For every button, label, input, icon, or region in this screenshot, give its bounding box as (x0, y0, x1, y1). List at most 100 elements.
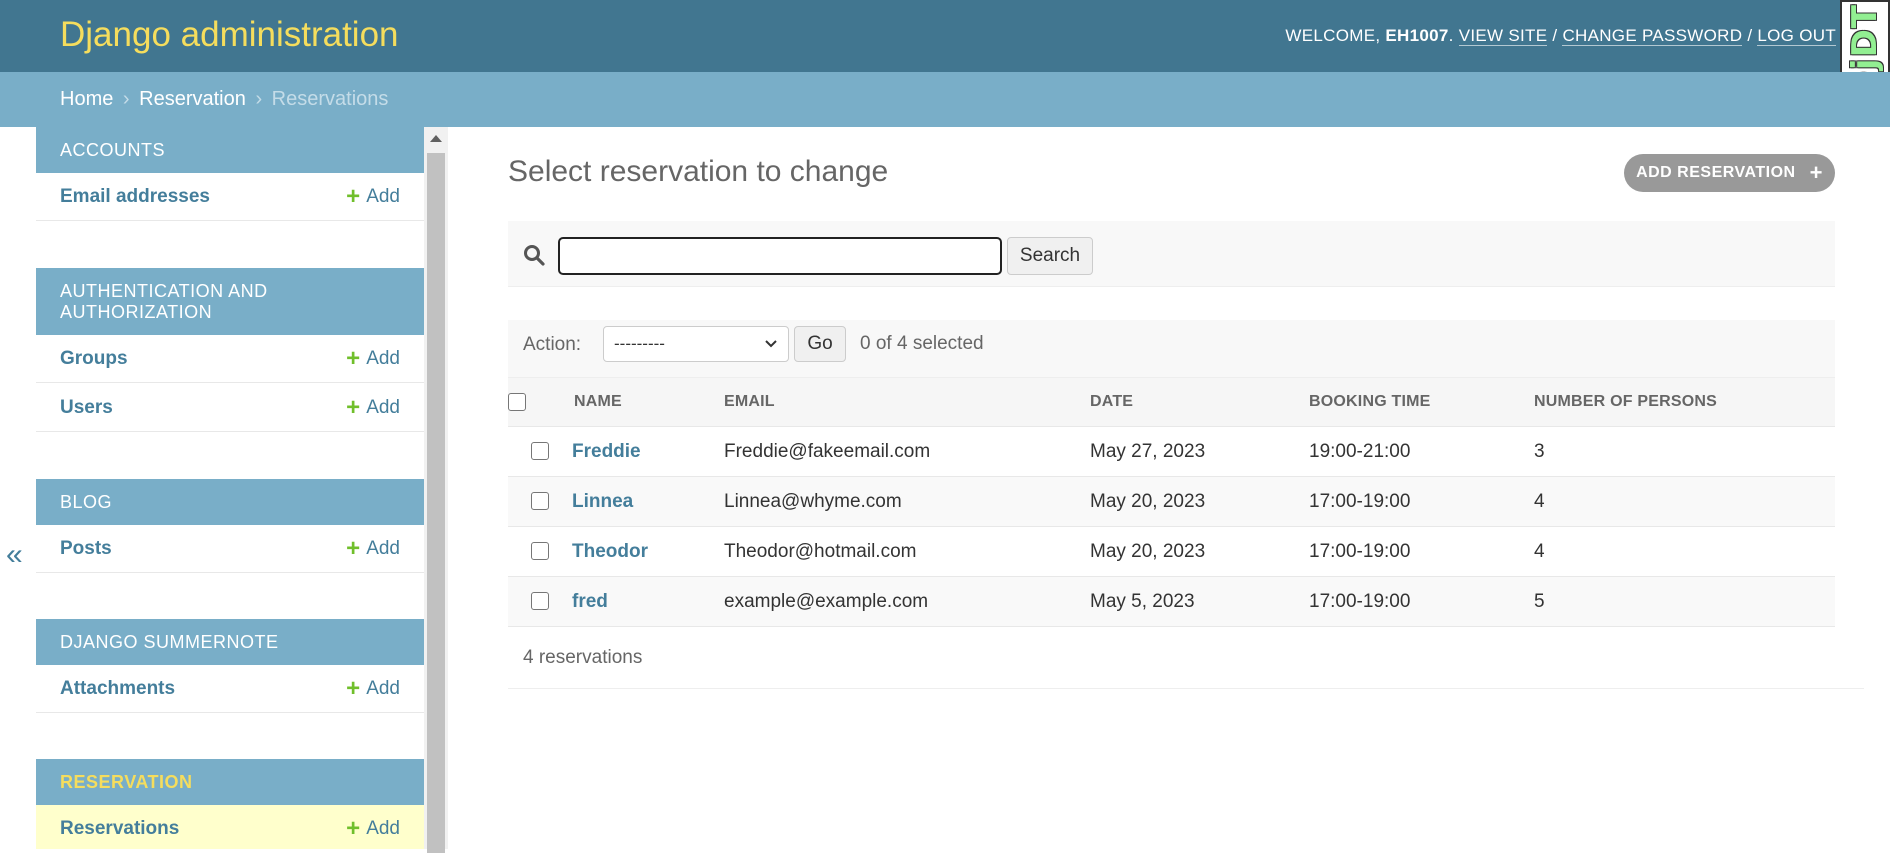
breadcrumb: Home › Reservation › Reservations (0, 72, 1890, 127)
add-link[interactable]: + Add (346, 182, 400, 210)
sidebar-item-label[interactable]: Attachments (60, 678, 175, 700)
reservation-email: Freddie@fakeemail.com (724, 426, 1090, 477)
username: EH1007 (1385, 26, 1449, 45)
scroll-up-arrow-icon[interactable] (430, 135, 442, 142)
sidebar-item-reservations: Reservations + Add (36, 805, 424, 849)
reservation-booking-time: 17:00-19:00 (1309, 526, 1534, 577)
change-password-link[interactable]: CHANGE PASSWORD (1562, 26, 1743, 46)
breadcrumb-app[interactable]: Reservation (139, 88, 246, 110)
add-link[interactable]: + Add (346, 536, 400, 561)
column-header-date[interactable]: DATE (1090, 378, 1309, 427)
column-header-booking-time[interactable]: BOOKING TIME (1309, 378, 1534, 427)
reservation-persons: 5 (1534, 576, 1835, 627)
module-caption-authentication[interactable]: AUTHENTICATION AND AUTHORIZATION (36, 268, 424, 335)
row-select-checkbox[interactable] (531, 592, 549, 611)
result-list-table: NAME EMAIL DATE BOOKING TIME NUMBER OF P… (508, 378, 1835, 627)
user-tools-separator: / (1547, 26, 1563, 45)
table-header-row: NAME EMAIL DATE BOOKING TIME NUMBER OF P… (508, 378, 1835, 427)
column-header-name[interactable]: NAME (572, 378, 724, 427)
row-select-checkbox[interactable] (531, 442, 549, 461)
reservation-name-link[interactable]: Freddie (572, 441, 641, 462)
row-select-checkbox[interactable] (531, 492, 549, 511)
reservation-date: May 20, 2023 (1090, 526, 1309, 577)
view-site-link[interactable]: VIEW SITE (1458, 26, 1548, 46)
breadcrumb-separator: › (122, 88, 130, 110)
action-label: Action: (523, 334, 582, 355)
header: Django administration WELCOME, EH1007. V… (0, 0, 1890, 72)
reservation-persons: 3 (1534, 426, 1835, 477)
column-header-number-of-persons[interactable]: NUMBER OF PERSONS (1534, 378, 1835, 427)
plus-icon: + (346, 182, 361, 210)
module-caption-blog[interactable]: BLOG (36, 479, 424, 525)
sidebar-item-label[interactable]: Users (60, 397, 113, 419)
reservation-date: May 27, 2023 (1090, 426, 1309, 477)
table-row: fred example@example.com May 5, 2023 17:… (508, 576, 1835, 627)
add-link[interactable]: + Add (346, 674, 400, 702)
add-label: Add (366, 347, 400, 369)
column-header-email[interactable]: EMAIL (724, 378, 1090, 427)
module-caption-accounts[interactable]: ACCOUNTS (36, 127, 424, 173)
select-all-header (508, 378, 572, 427)
reservation-date: May 5, 2023 (1090, 576, 1309, 627)
sidebar-item-email-addresses: Email addresses + Add (36, 173, 424, 221)
row-select-checkbox[interactable] (531, 542, 549, 561)
reservation-name-link[interactable]: fred (572, 591, 608, 612)
reservation-name-link[interactable]: Linnea (572, 491, 633, 512)
action-select[interactable]: --------- (603, 326, 789, 362)
toggle-nav-sidebar-button[interactable]: « (6, 538, 23, 572)
add-link[interactable]: + Add (346, 814, 400, 842)
search-toolbar: Search (508, 221, 1835, 287)
plus-icon: + (346, 393, 361, 421)
sidebar-item-label[interactable]: Reservations (60, 818, 179, 840)
log-out-link[interactable]: LOG OUT (1757, 26, 1836, 46)
reservation-booking-time: 19:00-21:00 (1309, 426, 1534, 477)
sidebar-item-attachments: Attachments + Add (36, 665, 424, 713)
reservation-date: May 20, 2023 (1090, 476, 1309, 527)
chevron-down-icon (765, 340, 777, 348)
add-label: Add (366, 537, 400, 559)
sidebar-item-label[interactable]: Email addresses (60, 186, 210, 208)
search-input[interactable] (558, 237, 1002, 275)
add-label: Add (366, 677, 400, 699)
sidebar-scrollbar[interactable] (424, 127, 448, 853)
add-link[interactable]: + Add (346, 346, 400, 371)
page-title: Select reservation to change (508, 155, 889, 188)
table-row: Linnea Linnea@whyme.com May 20, 2023 17:… (508, 476, 1835, 527)
actions-bar: Action: --------- Go 0 of 4 selected (508, 320, 1835, 378)
plus-icon: + (346, 814, 361, 842)
reservation-booking-time: 17:00-19:00 (1309, 576, 1534, 627)
plus-icon: + (346, 674, 361, 702)
select-all-checkbox[interactable] (508, 392, 526, 411)
table-row: Freddie Freddie@fakeemail.com May 27, 20… (508, 426, 1835, 477)
add-label: Add (366, 396, 400, 418)
add-link[interactable]: + Add (346, 393, 400, 421)
module-caption-reservation[interactable]: RESERVATION (36, 759, 424, 805)
breadcrumb-current: Reservations (271, 88, 389, 110)
reservation-persons: 4 (1534, 476, 1835, 527)
selection-counter: 0 of 4 selected (860, 333, 984, 354)
scrollbar-thumb[interactable] (427, 153, 445, 853)
reservation-name-link[interactable]: Theodor (572, 541, 648, 562)
sidebar-item-groups: Groups + Add (36, 335, 424, 383)
reservation-persons: 4 (1534, 526, 1835, 577)
sidebar-item-label[interactable]: Groups (60, 348, 128, 370)
add-reservation-button[interactable]: ADD RESERVATION + (1624, 154, 1835, 192)
search-icon (524, 245, 545, 266)
breadcrumb-home[interactable]: Home (60, 88, 113, 110)
reservation-email: Theodor@hotmail.com (724, 526, 1090, 577)
sidebar-item-label[interactable]: Posts (60, 538, 112, 560)
add-reservation-label: ADD RESERVATION (1636, 164, 1796, 181)
action-select-value: --------- (614, 334, 665, 353)
sidebar-item-users: Users + Add (36, 384, 424, 432)
search-button[interactable]: Search (1007, 237, 1093, 275)
paginator: 4 reservations (508, 627, 1864, 689)
reservation-email: example@example.com (724, 576, 1090, 627)
reservation-booking-time: 17:00-19:00 (1309, 476, 1534, 527)
site-branding[interactable]: Django administration (60, 15, 399, 55)
add-label: Add (366, 185, 400, 207)
module-caption-django-summernote[interactable]: DJANGO SUMMERNOTE (36, 619, 424, 665)
sidebar-item-posts: Posts + Add (36, 525, 424, 573)
plus-icon: + (1809, 160, 1823, 185)
nav-sidebar: ACCOUNTS Email addresses + Add AUTHENTICA… (36, 127, 425, 849)
go-button[interactable]: Go (794, 326, 846, 362)
